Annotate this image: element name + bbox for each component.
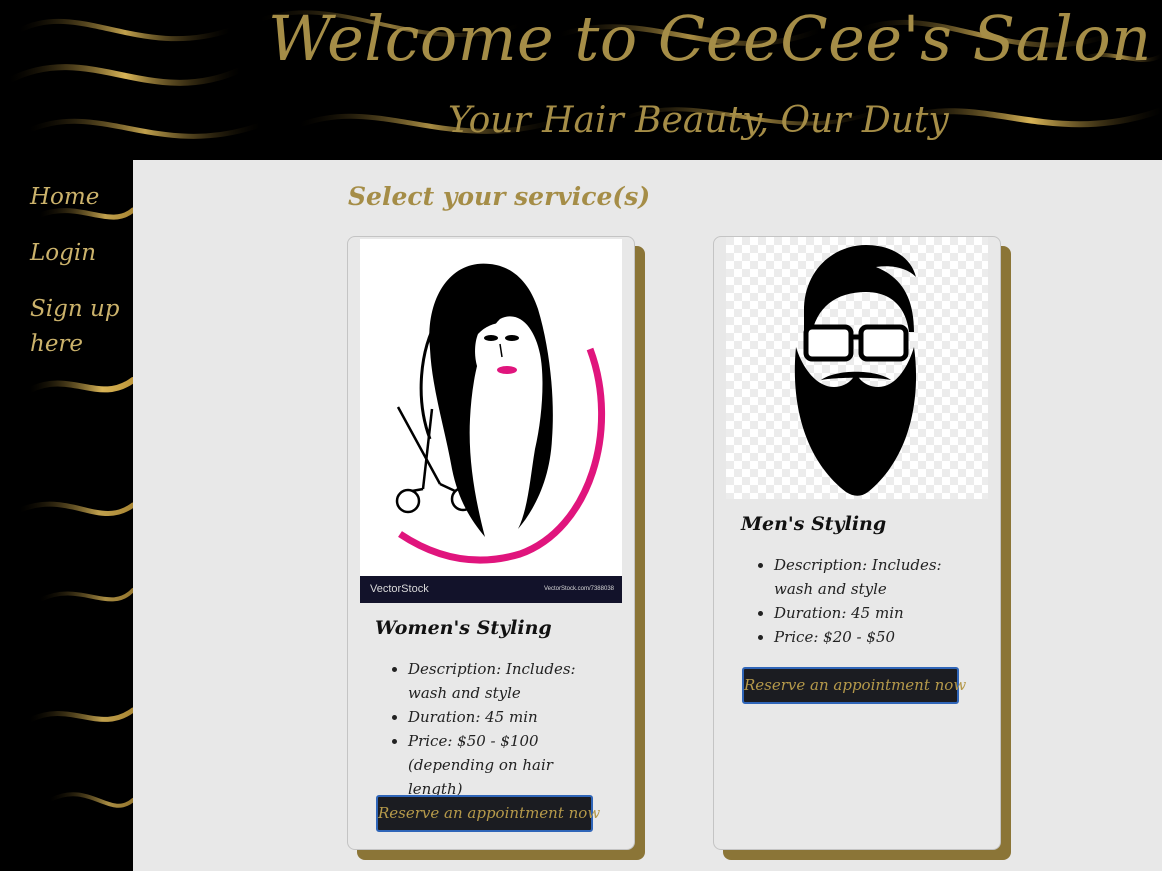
- sidebar: Home Login Sign up here: [0, 160, 133, 871]
- card-body: VectorStock VectorStock.com/7388038 Wome…: [347, 236, 635, 850]
- nav-signup-link[interactable]: Sign up here: [30, 292, 130, 362]
- service-duration: Duration: 45 min: [774, 601, 972, 625]
- service-duration: Duration: 45 min: [408, 705, 606, 729]
- service-details-list: Description: Includes: wash and style Du…: [757, 553, 972, 649]
- vectorstock-watermark: VectorStock VectorStock.com/7388038: [360, 576, 622, 603]
- nav-home-link[interactable]: Home: [30, 180, 130, 215]
- service-details-list: Description: Includes: wash and style Du…: [391, 657, 606, 801]
- main-nav: Home Login Sign up here: [30, 180, 130, 362]
- service-description: Description: Includes: wash and style: [774, 553, 972, 601]
- service-description: Description: Includes: wash and style: [408, 657, 606, 705]
- card-body: Men's Styling Description: Includes: was…: [713, 236, 1001, 850]
- womens-styling-image: VectorStock VectorStock.com/7388038: [360, 239, 622, 603]
- woman-hair-icon: [395, 263, 605, 564]
- site-header: Welcome to CeeCee's Salon Your Hair Beau…: [0, 0, 1162, 160]
- reserve-appointment-button[interactable]: Reserve an appointment now: [742, 667, 966, 704]
- site-subtitle: Your Hair Beauty, Our Duty: [448, 100, 949, 141]
- card-title: Women's Styling: [375, 617, 552, 639]
- reserve-appointment-button[interactable]: Reserve an appointment now: [376, 795, 600, 832]
- service-card-mens: Men's Styling Description: Includes: was…: [713, 236, 1013, 864]
- nav-login-link[interactable]: Login: [30, 236, 130, 271]
- card-title: Men's Styling: [741, 513, 887, 535]
- service-price: Price: $50 - $100 (depending on hair len…: [408, 729, 606, 801]
- main-content: Select your service(s) VectorStock Vecto…: [133, 160, 1162, 871]
- site-title: Welcome to CeeCee's Salon: [268, 2, 1152, 75]
- bearded-man-icon: [726, 237, 988, 499]
- service-price: Price: $20 - $50: [774, 625, 972, 649]
- service-card-womens: VectorStock VectorStock.com/7388038 Wome…: [347, 236, 647, 864]
- page-title: Select your service(s): [348, 182, 651, 211]
- mens-styling-image: [726, 237, 988, 499]
